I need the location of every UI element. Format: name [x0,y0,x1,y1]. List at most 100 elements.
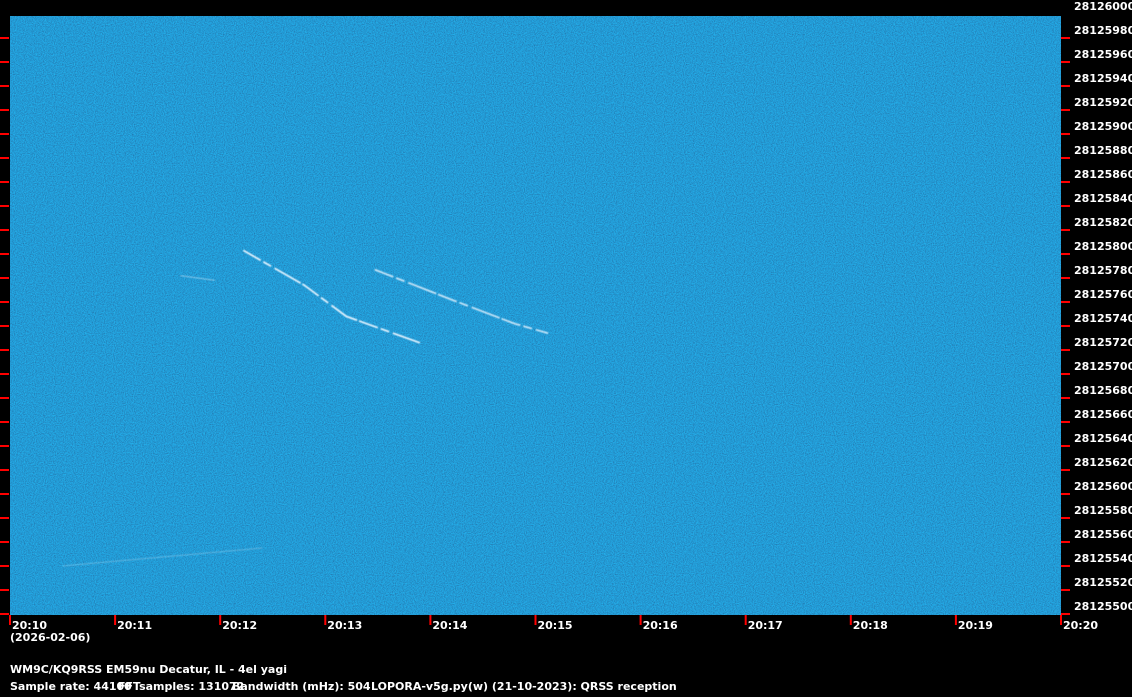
freq-tick-right [1061,277,1070,279]
freq-tick-right [1061,445,1070,447]
freq-tick-right [1061,205,1070,207]
freq-tick-left [0,493,9,495]
sample-rate-label: Sample rate: 44100 [10,680,132,693]
freq-tick-label: 28125800 [1074,240,1132,253]
freq-tick-label: 28125900 [1074,120,1132,133]
freq-tick-label: 28125520 [1074,576,1132,589]
software-label: LOPORA-v5g.py(w) (21-10-2023): QRSS rece… [371,680,677,693]
freq-tick-label: 28125920 [1074,96,1132,109]
freq-tick-label: 28126000 [1074,0,1132,13]
freq-tick-label: 28125660 [1074,408,1132,421]
freq-tick-right [1061,109,1070,111]
station-label: WM9C/KQ9RSS EM59nu Decatur, IL - 4el yag… [10,663,287,676]
bandwidth-label: Bandwidth (mHz): 504 [232,680,371,693]
freq-tick-right [1061,253,1070,255]
freq-tick-label: 28125840 [1074,192,1132,205]
freq-tick-label: 28125780 [1074,264,1132,277]
freq-tick-right [1061,421,1070,423]
freq-tick-right [1061,373,1070,375]
freq-tick-label: 28125500 [1074,600,1132,613]
freq-tick-label: 28125540 [1074,552,1132,565]
freq-tick-label: 28125760 [1074,288,1132,301]
freq-tick-right [1061,133,1070,135]
time-tick [744,615,747,625]
freq-tick-left [0,277,9,279]
freq-tick-right [1061,541,1070,543]
freq-tick-label: 28125880 [1074,144,1132,157]
time-tick [219,615,222,625]
freq-tick-label: 28125820 [1074,216,1132,229]
freq-tick-label: 28125980 [1074,24,1132,37]
time-tick [429,615,432,625]
freq-tick-label: 28125640 [1074,432,1132,445]
freq-tick-label: 28125580 [1074,504,1132,517]
freq-tick-right [1061,589,1070,591]
time-tick-label: 20:12 [222,619,257,632]
freq-tick-right [1061,229,1070,231]
freq-tick-label: 28125680 [1074,384,1132,397]
freq-tick-label: 28125720 [1074,336,1132,349]
spectrogram: 28126000 28125980 28125960 28125940 28125920… [0,0,1132,693]
freq-tick-left [0,205,9,207]
freq-tick-left [0,181,9,183]
time-tick-label: 20:18 [853,619,888,632]
freq-tick-left [0,229,9,231]
time-tick [114,615,117,625]
freq-tick-left [0,541,9,543]
time-tick [9,615,11,625]
time-tick-label: 20:15 [538,619,573,632]
time-tick [849,615,852,625]
freq-tick-left [0,397,9,399]
freq-tick-left [0,565,9,567]
freq-tick-right [1061,493,1070,495]
time-tick [639,615,642,625]
time-tick-label: 20:14 [432,619,467,632]
freq-tick-right [1061,565,1070,567]
time-tick [1060,615,1062,625]
freq-tick-right [1061,157,1070,159]
time-tick-label: 20:11 [117,619,152,632]
freq-tick-right [1061,325,1070,327]
freq-tick-left [0,109,9,111]
time-tick [954,615,957,625]
time-tick-label: 20:16 [643,619,678,632]
freq-tick-left [0,325,9,327]
freq-tick-label: 28125860 [1074,168,1132,181]
freq-tick-left [0,85,9,87]
freq-tick-left [0,37,9,39]
freq-tick-left [0,133,9,135]
freq-tick-left [0,589,9,591]
freq-tick-left [0,469,9,471]
freq-tick-left [0,61,9,63]
time-tick [534,615,537,625]
freq-tick-right [1061,613,1070,615]
freq-tick-left [0,517,9,519]
freq-tick-left [0,349,9,351]
freq-tick-right [1061,349,1070,351]
freq-tick-label: 28125560 [1074,528,1132,541]
freq-tick-left [0,613,9,615]
freq-tick-label: 28125700 [1074,360,1132,373]
freq-tick-right [1061,37,1070,39]
freq-tick-label: 28125940 [1074,72,1132,85]
freq-tick-right [1061,469,1070,471]
freq-tick-left [0,301,9,303]
freq-tick-right [1061,301,1070,303]
freq-tick-right [1061,181,1070,183]
freq-tick-left [0,445,9,447]
time-tick-label: 20:19 [958,619,993,632]
freq-tick-left [0,253,9,255]
freq-tick-left [0,421,9,423]
time-tick-label: 20:20 [1063,619,1098,632]
date-label: (2026-02-06) [10,631,90,644]
freq-tick-right [1061,61,1070,63]
freq-tick-left [0,373,9,375]
freq-tick-label: 28125960 [1074,48,1132,61]
freq-tick-label: 28125740 [1074,312,1132,325]
freq-tick-left [0,157,9,159]
freq-tick-right [1061,397,1070,399]
time-tick-label: 20:13 [327,619,362,632]
freq-tick-label: 28125620 [1074,456,1132,469]
plot-noise [10,16,1061,615]
freq-tick-right [1061,85,1070,87]
